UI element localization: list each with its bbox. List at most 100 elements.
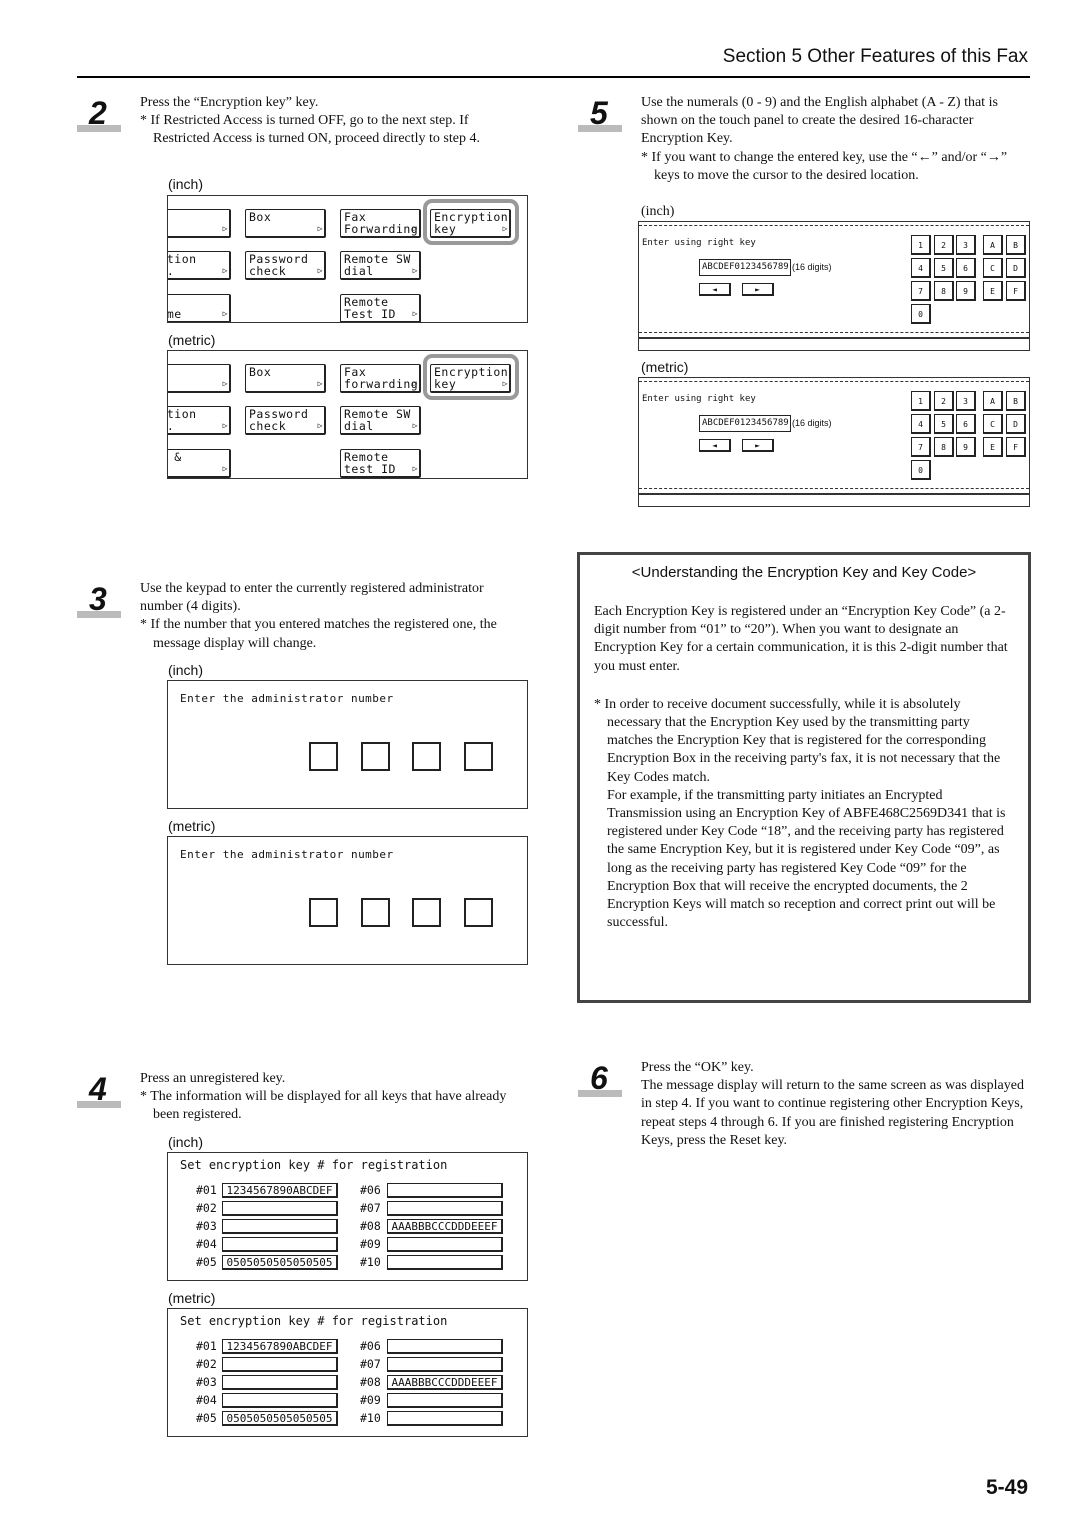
keypad-key[interactable]: 3	[956, 235, 976, 255]
key-slot-button[interactable]	[222, 1201, 338, 1216]
key-slot-button[interactable]	[222, 1219, 338, 1234]
keypad-key[interactable]: 6	[956, 258, 976, 278]
key-slot-button[interactable]: 1234567890ABCDEF	[222, 1183, 338, 1198]
keypad-key[interactable]: F	[1006, 281, 1026, 301]
key-slot-button[interactable]	[387, 1411, 503, 1426]
keypad-key[interactable]: 5	[934, 414, 954, 434]
top-border	[639, 222, 1029, 226]
key-slot-button[interactable]	[387, 1255, 503, 1270]
top-border	[639, 378, 1029, 382]
key-slot-button[interactable]	[387, 1339, 503, 1354]
menu-button[interactable]: Password check ▷	[245, 406, 326, 435]
step-6-text: Press the “OK” key. The message display w…	[641, 1059, 1029, 1150]
key-slot-button[interactable]	[387, 1357, 503, 1372]
key-slot-button[interactable]	[387, 1201, 503, 1216]
menu-panel-metric: al▷Box▷Fax forwarding▷Encryption key▷cat…	[167, 350, 528, 479]
keypad-key[interactable]: C	[983, 258, 1003, 278]
info-box-title: <Understanding the Encryption Key and Ke…	[631, 564, 977, 581]
keypad-key[interactable]: E	[983, 437, 1003, 457]
arrow-right-icon: ▷	[412, 421, 418, 430]
admin-panel-metric: Enter the administrator number	[167, 836, 528, 965]
keypad-key[interactable]: 4	[911, 258, 931, 278]
menu-button[interactable]: Remote test ID ▷	[340, 449, 421, 478]
keypad-key[interactable]: 8	[934, 437, 954, 457]
keypad-key[interactable]: 9	[956, 437, 976, 457]
digit-box	[361, 742, 390, 771]
key-slot-button[interactable]: AAABBBCCCDDDEEEF	[387, 1375, 503, 1390]
keypad-key[interactable]: 4	[911, 414, 931, 434]
menu-button[interactable]: Password check ▷	[245, 251, 326, 280]
menu-button[interactable]: Fax Forwarding ▷	[340, 209, 421, 238]
keypad-key[interactable]: 0	[911, 460, 931, 480]
key-code-label: #08	[360, 1219, 381, 1233]
keypad-key[interactable]: 7	[911, 281, 931, 301]
key-code-label: #06	[360, 1339, 381, 1353]
keypad-key[interactable]: D	[1006, 258, 1026, 278]
keypad-key[interactable]: 1	[911, 391, 931, 411]
info-paragraph: Each Encryption Key is registered under …	[594, 604, 1008, 674]
cursor-left-button[interactable]: ◄	[699, 283, 731, 296]
keypad-key[interactable]: 8	[934, 281, 954, 301]
keypad-key[interactable]: A	[983, 391, 1003, 411]
cursor-right-button[interactable]: ►	[742, 439, 774, 452]
keypad-key[interactable]: 5	[934, 258, 954, 278]
key-code-label: #05	[196, 1411, 217, 1425]
menu-button[interactable]: cation fo. ▷	[168, 406, 231, 435]
key-input[interactable]: ABCDEF0123456789	[699, 259, 791, 276]
keypad-key[interactable]: 2	[934, 235, 954, 255]
menu-button[interactable]: te & me ▷	[168, 449, 231, 478]
keypad-key[interactable]: 7	[911, 437, 931, 457]
step-note: The message display will return to the s…	[641, 1078, 1024, 1148]
menu-button[interactable]: Box ▷	[245, 364, 326, 393]
keypad-key[interactable]: 3	[956, 391, 976, 411]
key-slot-button[interactable]	[222, 1375, 338, 1390]
arrow-right-icon: ▷	[412, 224, 418, 233]
keypad-key[interactable]: E	[983, 281, 1003, 301]
digit-box	[412, 898, 441, 927]
key-slot-button[interactable]	[222, 1393, 338, 1408]
menu-button[interactable]: Fax forwarding ▷	[340, 364, 421, 393]
key-slot-button[interactable]: AAABBBCCCDDDEEEF	[387, 1219, 503, 1234]
menu-button[interactable]: cation fo. ▷	[168, 251, 231, 280]
menu-button[interactable]: te Time ▷	[168, 294, 231, 322]
key-input[interactable]: ABCDEF0123456789	[699, 415, 791, 432]
key-slot-button[interactable]: 1234567890ABCDEF	[222, 1339, 338, 1354]
keypad-key[interactable]: 1	[911, 235, 931, 255]
keypad-key[interactable]: 6	[956, 414, 976, 434]
menu-button[interactable]: Box ▷	[245, 209, 326, 238]
key-slot-button[interactable]: 0505050505050505	[222, 1411, 338, 1426]
key-code-label: #08	[360, 1375, 381, 1389]
cursor-left-button[interactable]: ◄	[699, 439, 731, 452]
keypad-key[interactable]: F	[1006, 437, 1026, 457]
key-slot-button[interactable]	[387, 1183, 503, 1198]
key-code-label: #02	[196, 1201, 217, 1215]
menu-button[interactable]: al▷	[168, 209, 231, 238]
keypad-key[interactable]: D	[1006, 414, 1026, 434]
keypad-key[interactable]: 2	[934, 391, 954, 411]
key-slot-button[interactable]	[387, 1393, 503, 1408]
button-label: Fax forwarding	[344, 365, 419, 391]
menu-panel-inch: al▷Box▷Fax Forwarding▷Encryption key▷cat…	[167, 195, 528, 323]
keypad-key[interactable]: A	[983, 235, 1003, 255]
cursor-right-button[interactable]: ►	[742, 283, 774, 296]
key-slot-button[interactable]	[222, 1357, 338, 1372]
key-slot-button[interactable]: 0505050505050505	[222, 1255, 338, 1270]
arrow-right-icon: ▷	[222, 464, 228, 473]
metric-label: (metric)	[168, 1290, 216, 1306]
step-2-text: Press the “Encryption key” key. * If Rest…	[140, 94, 525, 149]
key-code-label: #09	[360, 1393, 381, 1407]
key-code-label: #07	[360, 1201, 381, 1215]
keypad-key[interactable]: C	[983, 414, 1003, 434]
key-slot-button[interactable]	[222, 1237, 338, 1252]
keyentry-panel-metric: Enter using right key ABCDEF0123456789 (16…	[638, 377, 1030, 507]
menu-button[interactable]: al▷	[168, 364, 231, 393]
keypad-key[interactable]: B	[1006, 235, 1026, 255]
keypad-key[interactable]: B	[1006, 391, 1026, 411]
menu-button[interactable]: Remote SW dial ▷	[340, 406, 421, 435]
keypad-key[interactable]: 0	[911, 304, 931, 324]
menu-button[interactable]: Remote SW dial ▷	[340, 251, 421, 280]
menu-button[interactable]: Remote Test ID ▷	[340, 294, 421, 322]
keypad-key[interactable]: 9	[956, 281, 976, 301]
arrow-right-icon: ▷	[412, 309, 418, 318]
key-slot-button[interactable]	[387, 1237, 503, 1252]
